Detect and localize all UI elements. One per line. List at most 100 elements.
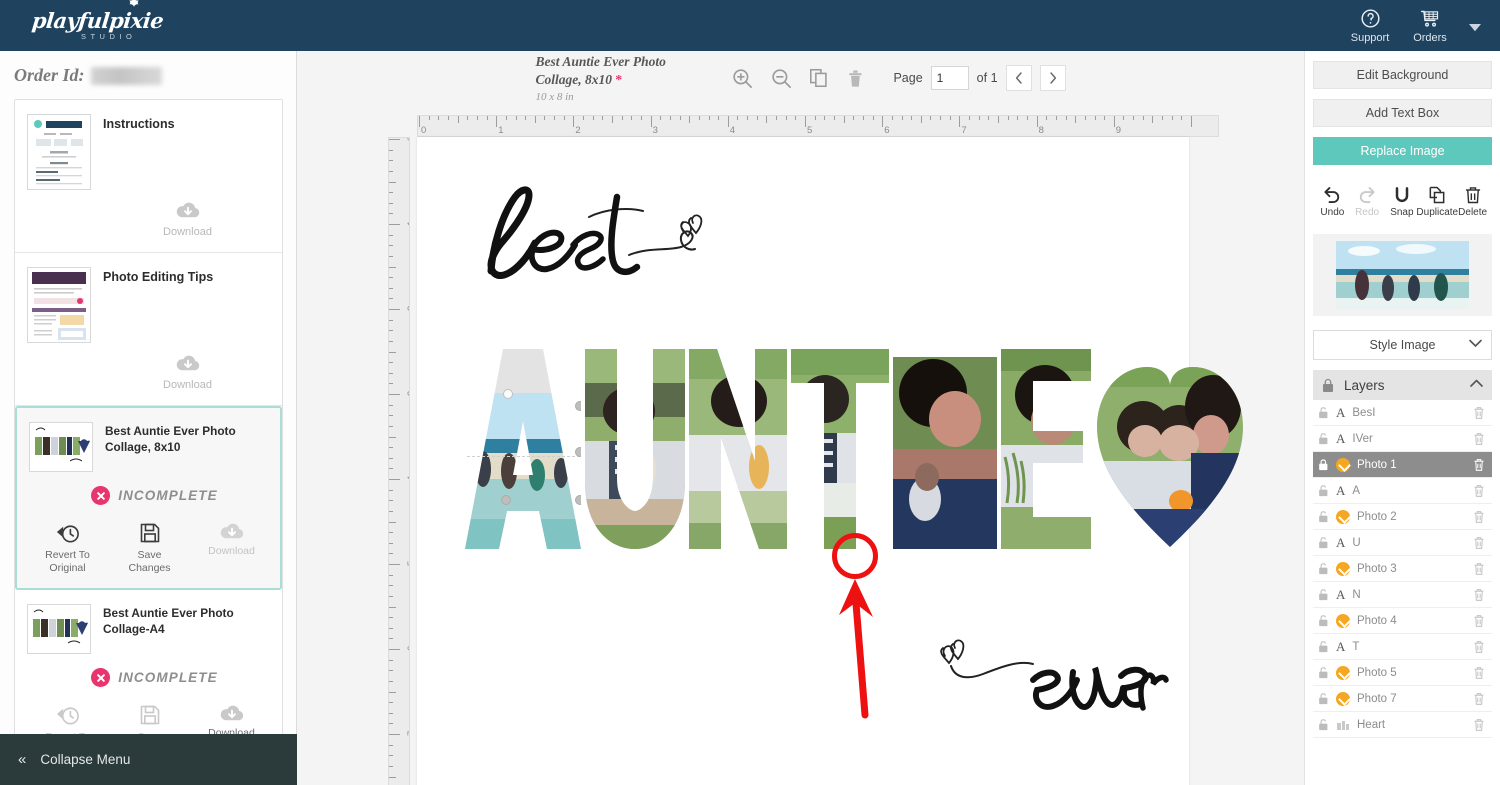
previous-page-button[interactable] — [1005, 65, 1032, 91]
delete-trash-icon[interactable] — [846, 67, 865, 90]
delete-layer-button[interactable] — [1473, 484, 1485, 498]
download-collage-button[interactable]: Download — [205, 521, 259, 574]
product-card-list[interactable]: Instructions Download Photo Editing Tips… — [14, 99, 283, 753]
replace-image-button[interactable]: Replace Image — [1313, 137, 1492, 165]
resize-handle-bottom-left[interactable] — [501, 495, 511, 505]
layer-lock-toggle[interactable] — [1318, 458, 1329, 471]
delete-layer-button[interactable] — [1473, 562, 1485, 576]
delete-layer-button[interactable] — [1473, 536, 1485, 550]
delete-layer-icon[interactable] — [1473, 692, 1485, 706]
delete-layer-icon[interactable] — [1473, 484, 1485, 498]
layer-row[interactable]: AA — [1313, 478, 1492, 504]
zoom-out-icon[interactable] — [770, 67, 793, 90]
layer-row[interactable]: AN — [1313, 582, 1492, 608]
delete-layer-button[interactable] — [1473, 458, 1485, 472]
revert-to-original-button[interactable]: Revert To Original — [41, 521, 95, 574]
layer-row[interactable]: Heart — [1313, 712, 1492, 738]
text-layer-ever[interactable] — [937, 632, 1169, 722]
lock-open-icon[interactable] — [1318, 432, 1329, 445]
resize-handle-top-right[interactable] — [575, 401, 581, 411]
lock-open-icon[interactable] — [1318, 406, 1329, 419]
layer-row[interactable]: AT — [1313, 634, 1492, 660]
letter-U-photo-2[interactable] — [585, 349, 685, 549]
lock-open-icon[interactable] — [1318, 536, 1329, 549]
layer-lock-toggle[interactable] — [1318, 640, 1329, 653]
layer-lock-toggle[interactable] — [1318, 614, 1329, 627]
delete-layer-icon[interactable] — [1473, 588, 1485, 602]
list-item-photo-editing-tips[interactable]: Photo Editing Tips Download — [15, 253, 282, 406]
lock-open-icon[interactable] — [1318, 718, 1329, 731]
delete-layer-button[interactable] — [1473, 406, 1485, 420]
layer-row[interactable]: A BesI — [1313, 400, 1492, 426]
lock-open-icon[interactable] — [1318, 588, 1329, 601]
account-menu-button[interactable] — [1460, 20, 1490, 32]
page-number-input[interactable] — [930, 66, 969, 90]
letter-T-photo-4[interactable] — [791, 349, 889, 549]
delete-layer-icon[interactable] — [1473, 536, 1485, 550]
delete-layer-button[interactable] — [1473, 510, 1485, 524]
resize-handle-bottom-right[interactable] — [575, 495, 581, 505]
copy-icon[interactable] — [809, 67, 830, 89]
layer-lock-toggle[interactable] — [1318, 432, 1329, 445]
layer-row[interactable]: Photo 5 — [1313, 660, 1492, 686]
save-changes-button[interactable]: Save Changes — [123, 521, 177, 574]
delete-layer-icon[interactable] — [1473, 458, 1485, 472]
layer-row[interactable]: Photo 2 — [1313, 504, 1492, 530]
layer-lock-toggle[interactable] — [1318, 666, 1329, 679]
delete-layer-icon[interactable] — [1473, 614, 1485, 628]
orders-button[interactable]: Orders — [1400, 8, 1460, 44]
next-page-button[interactable] — [1039, 65, 1066, 91]
lock-open-icon[interactable] — [1318, 666, 1329, 679]
delete-layer-icon[interactable] — [1473, 432, 1485, 446]
layer-lock-toggle[interactable] — [1318, 510, 1329, 523]
lock-open-icon[interactable] — [1318, 640, 1329, 653]
heart-shape-layer[interactable] — [1095, 349, 1245, 549]
delete-layer-button[interactable] — [1473, 614, 1485, 628]
layer-lock-toggle[interactable] — [1318, 484, 1329, 497]
delete-layer-button[interactable] — [1473, 588, 1485, 602]
add-text-box-button[interactable]: Add Text Box — [1313, 99, 1492, 127]
resize-handle-mid-right[interactable] — [575, 447, 581, 457]
download-instructions-button[interactable]: Download — [103, 200, 272, 238]
download-photo-tips-button[interactable]: Download — [103, 353, 272, 391]
layers-panel-header[interactable]: Layers — [1313, 370, 1492, 400]
delete-button[interactable]: Delete — [1455, 185, 1490, 218]
snap-button[interactable]: Snap — [1385, 185, 1420, 218]
delete-layer-icon[interactable] — [1473, 640, 1485, 654]
delete-layer-button[interactable] — [1473, 692, 1485, 706]
layers-list[interactable]: A BesI A İVer Photo 1 AA Photo 2 AU Phot… — [1313, 400, 1492, 738]
layer-lock-toggle[interactable] — [1318, 692, 1329, 705]
delete-layer-icon[interactable] — [1473, 666, 1485, 680]
list-item-collage-a4[interactable]: Best Auntie Ever Photo Collage-A4 INCOMP… — [15, 590, 282, 752]
redo-button[interactable]: Redo — [1350, 185, 1385, 218]
layer-lock-toggle[interactable] — [1318, 536, 1329, 549]
rotate-handle[interactable] — [503, 389, 513, 399]
undo-button[interactable]: Undo — [1315, 185, 1350, 218]
layer-lock-toggle[interactable] — [1318, 562, 1329, 575]
layer-row[interactable]: Photo 7 — [1313, 686, 1492, 712]
layer-row[interactable]: AU — [1313, 530, 1492, 556]
brand-logo[interactable]: playfulpixie STUDIO — [0, 0, 295, 51]
layer-row[interactable]: Photo 1 — [1313, 452, 1492, 478]
layer-row[interactable]: Photo 4 — [1313, 608, 1492, 634]
list-item-instructions[interactable]: Instructions Download — [15, 100, 282, 253]
lock-icon[interactable] — [1318, 458, 1329, 471]
text-layer-best[interactable] — [477, 179, 717, 289]
lock-open-icon[interactable] — [1318, 562, 1329, 575]
layer-lock-toggle[interactable] — [1318, 588, 1329, 601]
style-image-dropdown[interactable]: Style Image — [1313, 330, 1492, 360]
delete-layer-icon[interactable] — [1473, 510, 1485, 524]
layer-lock-toggle[interactable] — [1318, 718, 1329, 731]
lock-open-icon[interactable] — [1318, 510, 1329, 523]
layer-row[interactable]: A İVer — [1313, 426, 1492, 452]
selected-image-preview[interactable] — [1313, 234, 1492, 316]
lock-open-icon[interactable] — [1318, 692, 1329, 705]
duplicate-button[interactable]: Duplicate — [1416, 185, 1458, 218]
zoom-in-icon[interactable] — [731, 67, 754, 90]
collapse-menu-button[interactable]: « Collapse Menu — [0, 734, 297, 785]
letter-A-photo-1[interactable] — [465, 349, 581, 549]
delete-layer-button[interactable] — [1473, 432, 1485, 446]
list-item-collage-8x10[interactable]: Best Auntie Ever Photo Collage, 8x10 INC… — [15, 406, 282, 591]
delete-layer-button[interactable] — [1473, 718, 1485, 732]
layer-lock-toggle[interactable] — [1318, 406, 1329, 419]
